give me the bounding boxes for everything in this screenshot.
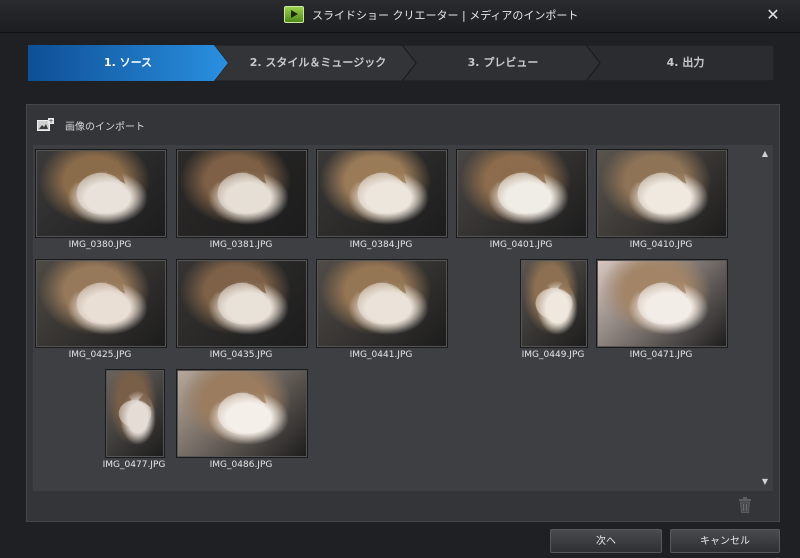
thumbnail-item[interactable]: IMG_0380.JPG — [35, 149, 175, 257]
panel-header: + 画像のインポート — [27, 105, 779, 143]
photo-detail — [357, 269, 407, 325]
thumbnail-filename: IMG_0384.JPG — [349, 240, 413, 250]
svg-text:+: + — [48, 118, 53, 125]
photo-detail — [217, 269, 267, 325]
step-2-style-music[interactable]: 2. スタイル＆ミュージック — [228, 45, 408, 81]
thumbnail-item[interactable]: IMG_0441.JPG — [316, 259, 456, 367]
wizard-steps: 1. ソース 2. スタイル＆ミュージック 3. プレビュー 4. 出力 — [28, 45, 774, 81]
thumbnail-item[interactable]: IMG_0425.JPG — [35, 259, 175, 367]
thumbnail-item[interactable]: IMG_0435.JPG — [176, 259, 316, 367]
photo-detail — [76, 159, 126, 215]
photo-detail — [535, 277, 573, 320]
thumbnail-filename: IMG_0435.JPG — [209, 350, 273, 360]
cat-photo-thumbnail[interactable] — [596, 149, 728, 238]
panel-title: 画像のインポート — [65, 122, 145, 133]
thumbnail-filename: IMG_0380.JPG — [68, 240, 132, 250]
cat-photo-thumbnail[interactable] — [316, 259, 448, 348]
photo-detail — [497, 159, 547, 215]
cat-photo-thumbnail[interactable] — [456, 149, 588, 238]
cat-photo-thumbnail[interactable] — [35, 259, 167, 348]
photo-detail — [357, 159, 407, 215]
next-button[interactable]: 次へ — [550, 529, 662, 553]
thumbnail-filename: IMG_0471.JPG — [629, 350, 693, 360]
cancel-button[interactable]: キャンセル — [670, 529, 780, 553]
thumbnail-filename: IMG_0486.JPG — [209, 460, 273, 470]
cat-photo-thumbnail[interactable] — [176, 149, 308, 238]
scroll-up-icon[interactable]: ▲ — [760, 149, 770, 159]
thumbnail-filename: IMG_0410.JPG — [629, 240, 693, 250]
title-bar: スライドショー クリエーター | メディアのインポート ✕ — [0, 0, 800, 33]
photo-detail — [637, 159, 687, 215]
thumbnail-item[interactable]: IMG_0410.JPG — [596, 149, 736, 257]
thumbnail-filename: IMG_0425.JPG — [68, 350, 132, 360]
cat-photo-thumbnail[interactable] — [316, 149, 448, 238]
step-3-preview[interactable]: 3. プレビュー — [418, 45, 588, 81]
trash-icon[interactable] — [738, 497, 752, 513]
thumbnail-filename: IMG_0401.JPG — [489, 240, 553, 250]
app-icon — [284, 6, 304, 23]
thumbnail-item[interactable]: IMG_0384.JPG — [316, 149, 456, 257]
thumbnail-filename: IMG_0381.JPG — [209, 240, 273, 250]
window-title: スライドショー クリエーター | メディアのインポート — [312, 9, 579, 22]
cat-photo-thumbnail[interactable] — [35, 149, 167, 238]
thumbnail-item[interactable]: IMG_0401.JPG — [456, 149, 596, 257]
cat-photo-thumbnail[interactable] — [176, 259, 308, 348]
cat-photo-thumbnail[interactable] — [176, 369, 308, 458]
thumbnail-filename: IMG_0441.JPG — [349, 350, 413, 360]
image-import-icon: + — [37, 118, 54, 131]
thumbnail-item[interactable]: IMG_0381.JPG — [176, 149, 316, 257]
thumbnail-grid: IMG_0380.JPG IMG_0381.JPG IMG_0384.JPG IMG_… — [33, 145, 773, 491]
photo-detail — [637, 269, 687, 325]
thumbnail-item[interactable]: IMG_0486.JPG — [176, 369, 316, 477]
photo-detail — [118, 390, 152, 428]
step-1-source[interactable]: 1. ソース — [48, 45, 208, 81]
photo-detail — [217, 159, 267, 215]
step-4-output[interactable]: 4. 出力 — [603, 45, 768, 81]
close-button[interactable]: ✕ — [762, 4, 784, 26]
cat-photo-thumbnail[interactable] — [105, 369, 165, 458]
scroll-down-icon[interactable]: ▼ — [760, 477, 770, 487]
vertical-scrollbar[interactable]: ▲ ▼ — [758, 145, 772, 491]
import-panel: + 画像のインポート IMG_0380.JPG IMG_0381.JPG IMG_0… — [26, 104, 780, 522]
cat-photo-thumbnail[interactable] — [596, 259, 728, 348]
cat-photo-thumbnail[interactable] — [520, 259, 588, 348]
thumbnail-item[interactable]: IMG_0471.JPG — [596, 259, 736, 367]
photo-detail — [76, 269, 126, 325]
photo-detail — [217, 379, 267, 435]
